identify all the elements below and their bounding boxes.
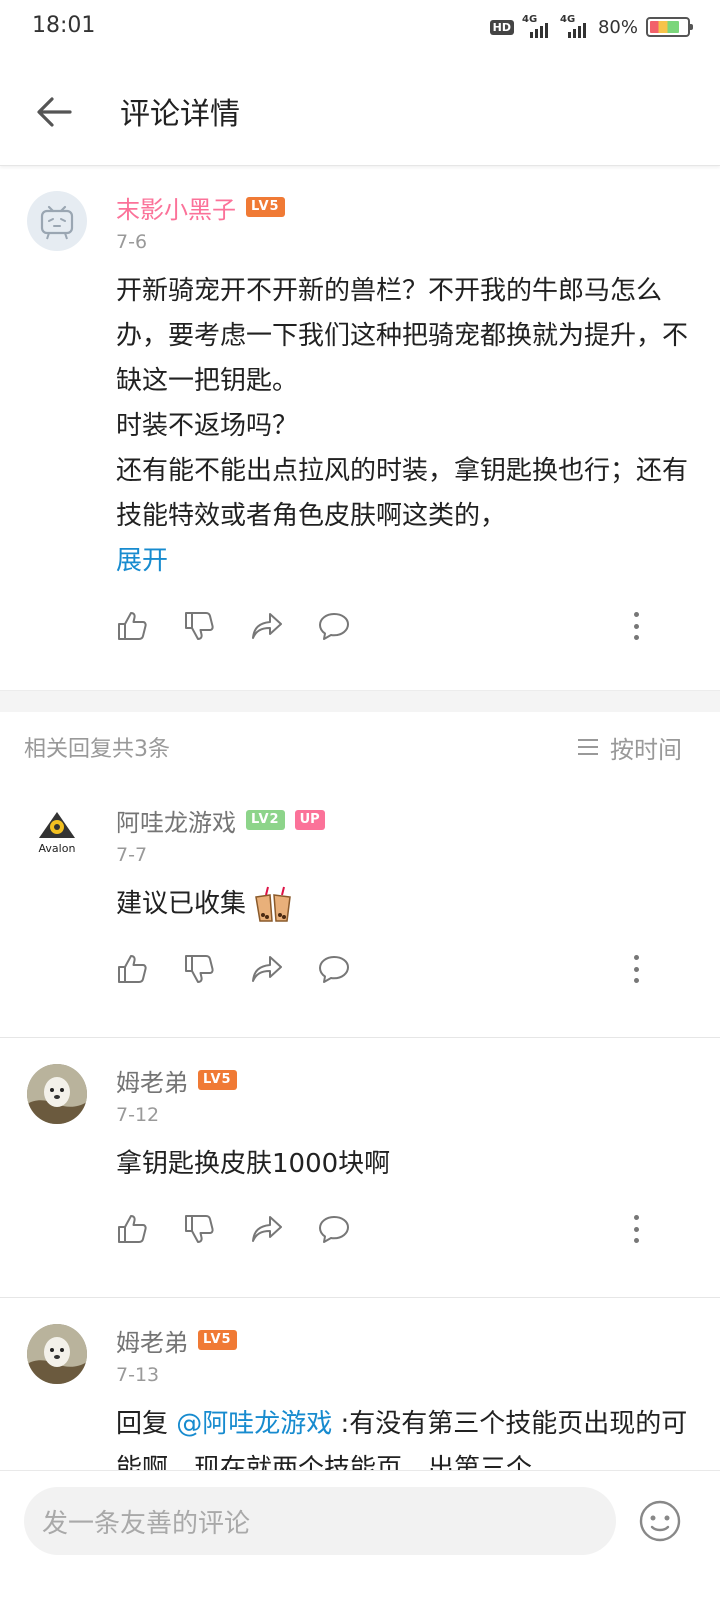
username[interactable]: 姆老弟 xyxy=(116,1063,188,1098)
dislike-icon[interactable] xyxy=(183,604,250,648)
comment-text: 开新骑宠开不开新的兽栏？不开我的牛郎马怎么办，要考虑一下我们这种把骑宠都换就为提… xyxy=(116,276,689,531)
reply-item: 姆老弟 LV5 7-12 拿钥匙换皮肤1000块啊 xyxy=(0,1038,720,1298)
level-badge: LV2 xyxy=(246,810,285,830)
page-title: 评论详情 xyxy=(120,97,240,132)
hd-icon: HD xyxy=(489,19,514,35)
comment-list[interactable]: 末影小黑子 LV5 7-6 开新骑宠开不开新的兽栏？不开我的牛郎马怎么办，要考虑… xyxy=(0,167,720,1500)
level-badge: LV5 xyxy=(246,197,285,217)
share-icon[interactable] xyxy=(250,1207,317,1251)
share-icon[interactable] xyxy=(250,947,317,991)
comment-date: 7-7 xyxy=(116,844,148,866)
username[interactable]: 末影小黑子 xyxy=(116,190,236,225)
username[interactable]: 姆老弟 xyxy=(116,1323,188,1358)
comment-text: 拿钥匙换皮肤1000块啊 xyxy=(116,1149,391,1179)
username[interactable]: 阿哇龙游戏 xyxy=(116,803,236,838)
reply-count: 相关回复共3条 xyxy=(24,737,170,762)
reply-item: Avalon 阿哇龙游戏 LV2 UP 7-7 建议已收集 xyxy=(0,782,720,1038)
avatar[interactable]: Avalon xyxy=(27,804,87,864)
emoji-icon[interactable] xyxy=(636,1497,684,1545)
status-time: 18:01 xyxy=(32,13,96,38)
up-badge: UP xyxy=(294,810,325,830)
like-icon[interactable] xyxy=(116,1207,183,1251)
sort-label: 按时间 xyxy=(610,735,682,764)
avatar[interactable] xyxy=(27,191,87,251)
section-divider xyxy=(0,690,720,712)
more-icon[interactable] xyxy=(626,608,646,644)
comment-date: 7-12 xyxy=(116,1104,160,1126)
mention-link[interactable]: @阿哇龙游戏 xyxy=(176,1409,332,1439)
bubble-tea-emoji-icon xyxy=(255,886,291,922)
expand-link[interactable]: 展开 xyxy=(116,539,690,584)
comment-date: 7-13 xyxy=(116,1364,160,1386)
comment-text: 建议已收集 xyxy=(116,882,690,927)
share-icon[interactable] xyxy=(250,604,317,648)
dislike-icon[interactable] xyxy=(183,947,250,991)
signal-icon: 4G xyxy=(522,14,552,38)
level-badge: LV5 xyxy=(198,1330,237,1350)
avatar[interactable] xyxy=(27,1064,87,1124)
comment-actions xyxy=(116,1199,690,1259)
replies-header: 相关回复共3条 按时间 xyxy=(0,712,720,782)
back-arrow-icon[interactable] xyxy=(26,84,82,140)
sort-icon xyxy=(578,739,598,755)
reply-icon[interactable] xyxy=(317,604,384,648)
comment-actions xyxy=(116,939,690,999)
dislike-icon[interactable] xyxy=(183,1207,250,1251)
avatar[interactable] xyxy=(27,1324,87,1384)
signal-icon: 4G xyxy=(560,14,590,38)
reply-item: 姆老弟 LV5 7-13 回复 @阿哇龙游戏 :有没有第三个技能页出现的可能啊，… xyxy=(0,1298,720,1492)
comment-composer: 发一条友善的评论 xyxy=(0,1470,720,1600)
more-icon[interactable] xyxy=(626,951,646,987)
level-badge: LV5 xyxy=(198,1070,237,1090)
status-bar: 18:01 HD 4G 4G 80% xyxy=(0,0,720,56)
comment-actions xyxy=(116,596,690,656)
top-bar: 评论详情 xyxy=(0,56,720,166)
status-icons: HD 4G 4G 80% xyxy=(489,14,693,40)
sort-button[interactable]: 按时间 xyxy=(576,730,682,765)
like-icon[interactable] xyxy=(116,604,183,648)
reply-icon[interactable] xyxy=(317,1207,384,1251)
comment-date: 7-6 xyxy=(116,231,148,253)
reply-icon[interactable] xyxy=(317,947,384,991)
svg-text:Avalon: Avalon xyxy=(39,842,76,855)
main-comment: 末影小黑子 LV5 7-6 开新骑宠开不开新的兽栏？不开我的牛郎马怎么办，要考虑… xyxy=(0,167,720,690)
comment-input[interactable]: 发一条友善的评论 xyxy=(24,1487,616,1555)
battery-icon xyxy=(646,17,693,37)
like-icon[interactable] xyxy=(116,947,183,991)
battery-percent: 80% xyxy=(597,16,638,38)
more-icon[interactable] xyxy=(626,1211,646,1247)
